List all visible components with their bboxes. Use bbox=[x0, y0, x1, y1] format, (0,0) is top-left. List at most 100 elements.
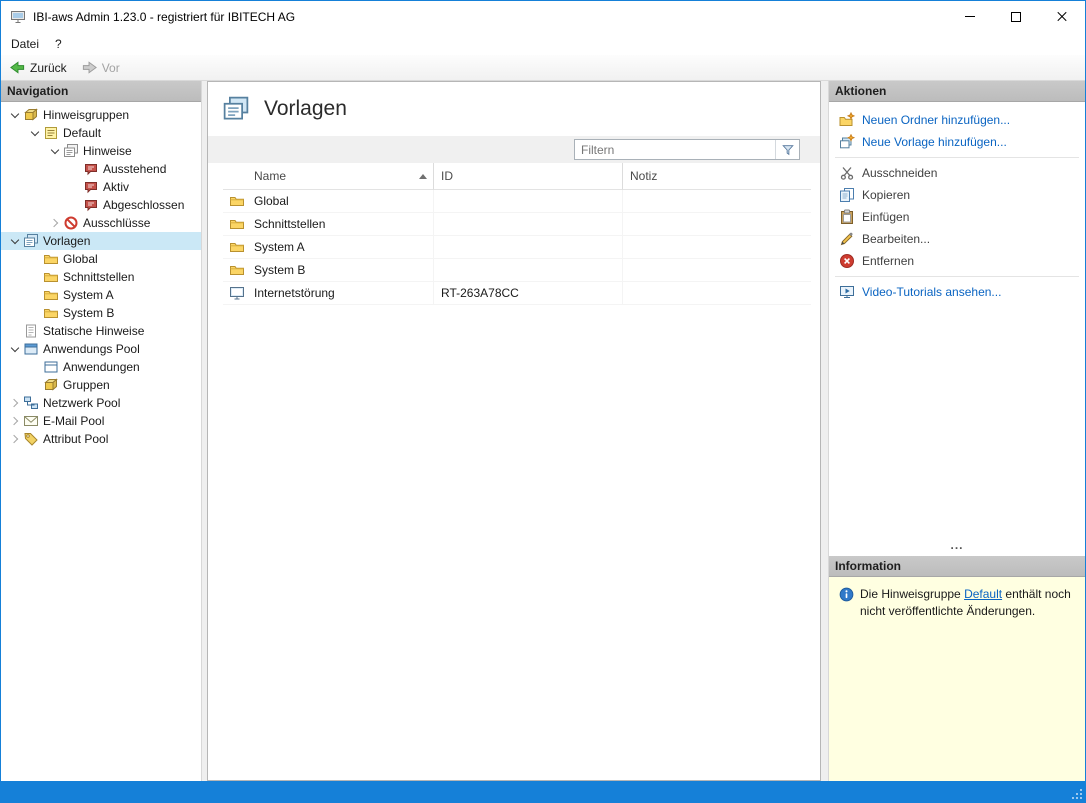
cell-name: Schnittstellen bbox=[223, 213, 434, 235]
tree-item-anwendungs-pool[interactable]: Anwendungs Pool bbox=[1, 340, 201, 358]
tree-item-label: Anwendungs Pool bbox=[43, 342, 140, 356]
chevron-collapsed-icon[interactable] bbox=[7, 431, 23, 447]
group-icon bbox=[43, 377, 59, 393]
content-area: Navigation HinweisgruppenDefaultHinweise… bbox=[1, 81, 1085, 781]
forward-arrow-icon bbox=[81, 59, 98, 76]
column-header-id[interactable]: ID bbox=[434, 163, 623, 190]
tree-item-hinweisgruppen[interactable]: Hinweisgruppen bbox=[1, 106, 201, 124]
chevron-expanded-icon[interactable] bbox=[27, 125, 43, 141]
tree-item-label: Ausstehend bbox=[103, 162, 166, 176]
action-bearbeiten[interactable]: Bearbeiten... bbox=[829, 228, 1085, 250]
action-label: Kopieren bbox=[862, 188, 910, 202]
bubble-red-icon bbox=[83, 197, 99, 213]
scissors-icon bbox=[839, 165, 855, 181]
tree-item-system-a[interactable]: System A bbox=[1, 286, 201, 304]
table-row-global[interactable]: Global bbox=[223, 190, 811, 213]
tree-item-attribut-pool[interactable]: Attribut Pool bbox=[1, 430, 201, 448]
video-icon bbox=[839, 284, 855, 300]
tree-item-ausschl-sse[interactable]: Ausschlüsse bbox=[1, 214, 201, 232]
action-kopieren[interactable]: Kopieren bbox=[829, 184, 1085, 206]
chevron-collapsed-icon[interactable] bbox=[47, 215, 63, 231]
chevron-collapsed-icon[interactable] bbox=[7, 413, 23, 429]
maximize-button[interactable] bbox=[993, 1, 1039, 32]
table-body: GlobalSchnittstellenSystem A System B Inte… bbox=[223, 190, 811, 772]
tree-item-gruppen[interactable]: Gruppen bbox=[1, 376, 201, 394]
back-label: Zurück bbox=[30, 61, 67, 75]
template-icon bbox=[23, 233, 39, 249]
filter-button[interactable] bbox=[775, 140, 799, 159]
info-text-before: Die Hinweisgruppe bbox=[860, 587, 964, 601]
action-neuen-ordner-hinzuf-gen[interactable]: Neuen Ordner hinzufügen... bbox=[829, 109, 1085, 131]
panel-gap bbox=[821, 81, 828, 781]
tree-item-e-mail-pool[interactable]: E-Mail Pool bbox=[1, 412, 201, 430]
group-icon bbox=[23, 107, 39, 123]
tree-item-abgeschlossen[interactable]: Abgeschlossen bbox=[1, 196, 201, 214]
cell-notiz bbox=[623, 190, 811, 212]
chevron-spacer bbox=[67, 197, 83, 213]
close-button[interactable] bbox=[1039, 1, 1085, 32]
tree-item-statische-hinweise[interactable]: Statische Hinweise bbox=[1, 322, 201, 340]
chevron-expanded-icon[interactable] bbox=[7, 233, 23, 249]
chevron-collapsed-icon[interactable] bbox=[7, 395, 23, 411]
filter-input[interactable] bbox=[575, 140, 775, 159]
tree-item-ausstehend[interactable]: Ausstehend bbox=[1, 160, 201, 178]
tree-item-aktiv[interactable]: Aktiv bbox=[1, 178, 201, 196]
window-icon bbox=[43, 359, 59, 375]
table-row-system-b[interactable]: System B bbox=[223, 259, 811, 282]
cell-notiz bbox=[623, 259, 811, 281]
menu-item-datei[interactable]: Datei bbox=[3, 34, 47, 54]
back-button[interactable]: Zurück bbox=[5, 57, 75, 78]
chevron-spacer bbox=[27, 251, 43, 267]
resize-grip-icon[interactable] bbox=[1070, 787, 1083, 800]
filter-bar bbox=[208, 136, 820, 163]
static-icon bbox=[23, 323, 39, 339]
column-header-name[interactable]: Name bbox=[223, 163, 434, 190]
minimize-icon bbox=[965, 16, 975, 17]
default-group-link[interactable]: Default bbox=[964, 587, 1002, 601]
table-row-schnittstellen[interactable]: Schnittstellen bbox=[223, 213, 811, 236]
folder-icon bbox=[43, 287, 59, 303]
action-ausschneiden[interactable]: Ausschneiden bbox=[829, 162, 1085, 184]
tree-item-label: Netzwerk Pool bbox=[43, 396, 120, 410]
main-panel: Vorlagen NameIDNotiz GlobalSchnittstelle… bbox=[207, 81, 821, 781]
tree-item-label: Abgeschlossen bbox=[103, 198, 184, 212]
table-row-system-a[interactable]: System A bbox=[223, 236, 811, 259]
information-message: Die Hinweisgruppe Default enthält noch n… bbox=[860, 586, 1075, 620]
tree-item-label: Aktiv bbox=[103, 180, 129, 194]
right-panel: Aktionen Neuen Ordner hinzufügen...Neue … bbox=[828, 81, 1085, 781]
menu-item-help[interactable]: ? bbox=[47, 34, 70, 54]
tree-item-default[interactable]: Default bbox=[1, 124, 201, 142]
back-arrow-icon bbox=[9, 59, 26, 76]
filter-funnel-icon bbox=[781, 143, 795, 157]
action-label: Entfernen bbox=[862, 254, 914, 268]
statusbar bbox=[1, 781, 1085, 802]
panel-splitter[interactable]: ... bbox=[829, 543, 1085, 556]
sort-ascending-icon bbox=[419, 174, 427, 179]
tree-item-netzwerk-pool[interactable]: Netzwerk Pool bbox=[1, 394, 201, 412]
minimize-button[interactable] bbox=[947, 1, 993, 32]
templates-icon bbox=[221, 95, 251, 123]
tree-item-global[interactable]: Global bbox=[1, 250, 201, 268]
actions-header: Aktionen bbox=[829, 81, 1085, 102]
action-neue-vorlage-hinzuf-gen[interactable]: Neue Vorlage hinzufügen... bbox=[829, 131, 1085, 153]
chevron-spacer bbox=[67, 161, 83, 177]
tree-item-anwendungen[interactable]: Anwendungen bbox=[1, 358, 201, 376]
tree-item-vorlagen[interactable]: Vorlagen bbox=[1, 232, 201, 250]
action-entfernen[interactable]: Entfernen bbox=[829, 250, 1085, 272]
forward-button[interactable]: Vor bbox=[77, 57, 128, 78]
action-einf-gen[interactable]: Einfügen bbox=[829, 206, 1085, 228]
tree-item-hinweise[interactable]: Hinweise bbox=[1, 142, 201, 160]
cell-notiz bbox=[623, 282, 811, 304]
navigation-tree: HinweisgruppenDefaultHinweise Ausstehend A… bbox=[1, 102, 201, 781]
chevron-expanded-icon[interactable] bbox=[7, 107, 23, 123]
table-row-internetst-rung[interactable]: InternetstörungRT-263A78CC bbox=[223, 282, 811, 305]
tree-item-system-b[interactable]: System B bbox=[1, 304, 201, 322]
tree-item-label: Anwendungen bbox=[63, 360, 140, 374]
row-name-label: System B bbox=[254, 263, 305, 277]
tree-item-schnittstellen[interactable]: Schnittstellen bbox=[1, 268, 201, 286]
chevron-expanded-icon[interactable] bbox=[7, 341, 23, 357]
column-header-label: Notiz bbox=[630, 169, 657, 183]
chevron-expanded-icon[interactable] bbox=[47, 143, 63, 159]
column-header-notiz[interactable]: Notiz bbox=[623, 163, 811, 190]
action-video-tutorials-ansehen[interactable]: Video-Tutorials ansehen... bbox=[829, 281, 1085, 303]
